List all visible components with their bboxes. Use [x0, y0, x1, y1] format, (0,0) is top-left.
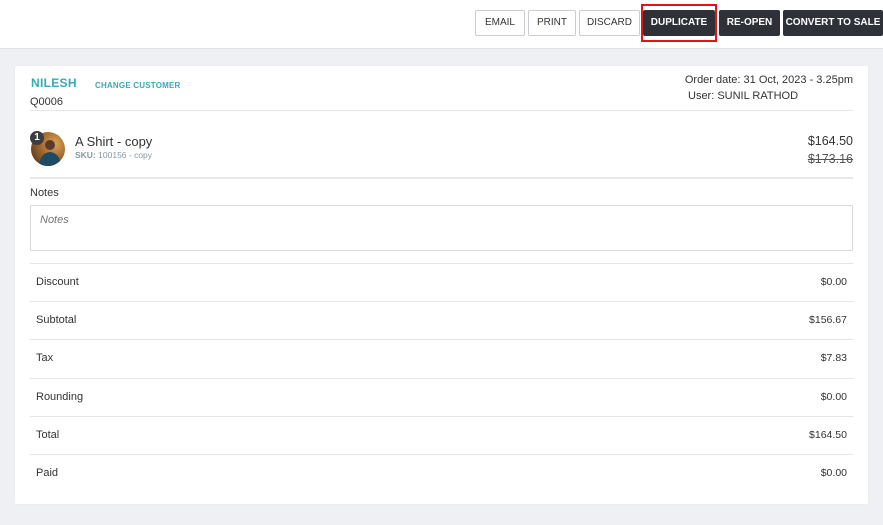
summary-value: $7.83	[820, 352, 847, 364]
quote-number: Q0006	[30, 96, 64, 108]
sku-label: SKU:	[75, 150, 96, 160]
summary-row-subtotal: Subtotal $156.67	[30, 301, 853, 339]
quantity-badge: 1	[30, 131, 44, 145]
summary-row-total: Total $164.50	[30, 416, 853, 454]
summary-value: $0.00	[820, 276, 847, 288]
summary-value: $164.50	[809, 429, 847, 441]
customer-name[interactable]: NILESH	[31, 76, 77, 90]
summary-label: Paid	[36, 467, 59, 479]
notes-label: Notes	[30, 187, 59, 199]
notes-field[interactable]	[30, 205, 853, 251]
summary-value: $0.00	[820, 467, 847, 479]
email-button[interactable]: EMAIL	[475, 10, 525, 36]
convert-to-sale-button[interactable]: CONVERT TO SALE	[783, 10, 883, 36]
summary-label: Tax	[36, 352, 54, 364]
summary-row-discount: Discount $0.00	[30, 263, 853, 301]
header-divider	[30, 110, 853, 111]
summary-label: Rounding	[36, 391, 84, 403]
summary-label: Discount	[36, 276, 79, 288]
summary-row-tax: Tax $7.83	[30, 339, 853, 377]
summary-row-paid: Paid $0.00	[30, 454, 853, 492]
order-user: User: SUNIL RATHOD	[688, 90, 799, 102]
summary-label: Total	[36, 429, 60, 441]
item-sku: SKU: 100156 - copy	[75, 150, 152, 160]
reopen-button[interactable]: RE-OPEN	[719, 10, 780, 36]
order-date: Order date: 31 Oct, 2023 - 3.25pm	[684, 74, 853, 86]
item-divider	[30, 177, 853, 179]
item-name: A Shirt - copy	[75, 134, 153, 149]
summary-label: Subtotal	[36, 314, 77, 326]
summary-value: $156.67	[809, 314, 847, 326]
top-toolbar: EMAIL PRINT DISCARD DUPLICATE RE-OPEN CO…	[0, 0, 883, 49]
item-price: $164.50	[807, 134, 853, 148]
duplicate-highlight-box	[641, 4, 717, 42]
quote-card: NILESH CHANGE CUSTOMER Q0006 Order date:…	[15, 66, 868, 504]
change-customer-link[interactable]: CHANGE CUSTOMER	[95, 81, 181, 90]
discard-button[interactable]: DISCARD	[579, 10, 640, 36]
print-button[interactable]: PRINT	[528, 10, 576, 36]
sku-value: 100156 - copy	[98, 150, 153, 160]
summary-value: $0.00	[820, 391, 847, 403]
summary-row-rounding: Rounding $0.00	[30, 378, 853, 416]
item-original-price: $173.16	[807, 152, 853, 166]
